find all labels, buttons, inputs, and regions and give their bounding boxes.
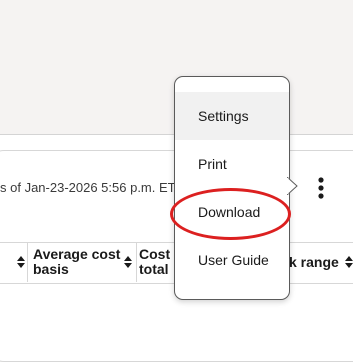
- column-header-line: k range: [289, 254, 339, 270]
- sort-icon[interactable]: [17, 256, 25, 268]
- column-header-average-cost-basis[interactable]: Average cost basis: [33, 247, 120, 277]
- sort-icon[interactable]: [124, 256, 132, 268]
- menu-item-settings[interactable]: Settings: [175, 92, 289, 140]
- column-header-line: basis: [33, 261, 69, 277]
- as-of-timestamp: s of Jan-23-2026 5:56 p.m. ET: [0, 180, 176, 195]
- column-header-range[interactable]: k range: [289, 255, 339, 270]
- sort-icon[interactable]: [345, 256, 353, 268]
- menu-item-print[interactable]: Print: [175, 140, 289, 188]
- vertical-ellipsis-icon: [318, 177, 324, 199]
- menu-item-user-guide[interactable]: User Guide: [175, 236, 289, 284]
- more-options-button[interactable]: [311, 174, 331, 202]
- sort-updown-icon: [345, 256, 353, 268]
- sort-updown-icon: [17, 256, 25, 268]
- column-divider: [136, 243, 137, 282]
- sort-updown-icon: [124, 256, 132, 268]
- column-header-line: Average cost: [33, 246, 121, 262]
- column-divider: [27, 243, 28, 282]
- menu-item-download[interactable]: Download: [175, 188, 289, 236]
